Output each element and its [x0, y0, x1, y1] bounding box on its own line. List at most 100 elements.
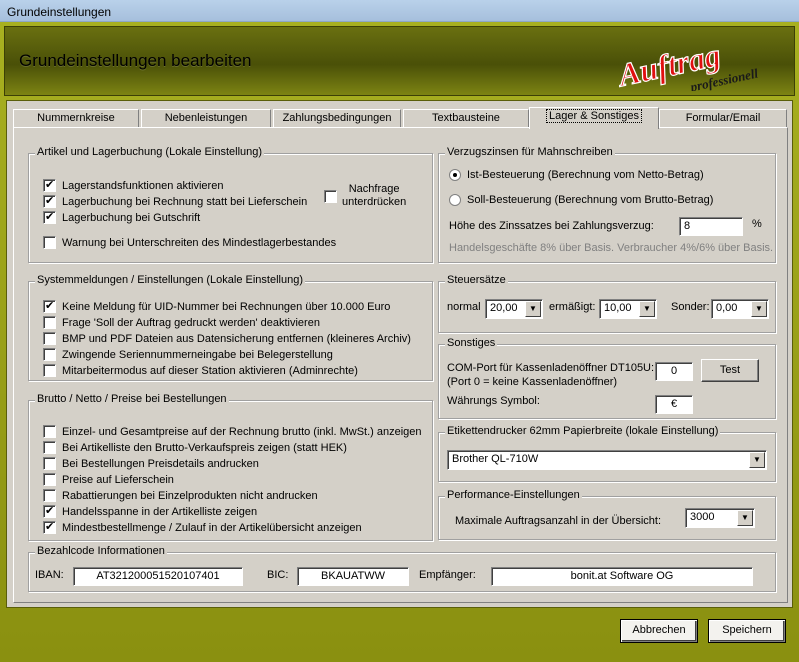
steuer-group: Steuersätze normal 20,00 ▼ ermäßigt: 10,0… — [438, 274, 776, 333]
performance-group-title: Performance-Einstellungen — [445, 489, 582, 501]
checkbox-box[interactable] — [43, 457, 56, 470]
artikel-group: Artikel und Lagerbuchung (Lokale Einstel… — [28, 146, 433, 263]
checkbox-box[interactable] — [43, 236, 56, 249]
ist-besteuerung-radio[interactable]: Ist-Besteuerung (Berechnung vom Netto-Be… — [449, 169, 704, 181]
tab-lager-sonstiges[interactable]: Lager & Sonstiges — [529, 107, 659, 129]
preisdetails-checkbox[interactable]: Bei Bestellungen Preisdetails andrucken — [43, 457, 259, 470]
com-port-label: COM-Port für Kassenladenöffner DT105U: — [447, 362, 655, 374]
nachfrage-checkbox[interactable] — [324, 190, 343, 203]
seriennummer-checkbox[interactable]: Zwingende Seriennummerneingabe bei Beleg… — [43, 348, 333, 361]
artikel-group-title: Artikel und Lagerbuchung (Lokale Einstel… — [35, 146, 265, 158]
nachfrage-label: Nachfrage unterdrücken — [342, 183, 407, 208]
checkbox-box[interactable] — [43, 473, 56, 486]
brutto-preise-checkbox[interactable]: Einzel- und Gesamtpreise auf der Rechnun… — [43, 425, 422, 438]
auftragsanzahl-label: Maximale Auftragsanzahl in der Übersicht… — [455, 515, 662, 527]
chevron-down-icon[interactable]: ▼ — [737, 510, 753, 526]
system-group: Systemmeldungen / Einstellungen (Lokale … — [28, 274, 433, 381]
sonder-select[interactable]: 0,00 ▼ — [711, 299, 769, 319]
chevron-down-icon[interactable]: ▼ — [749, 452, 765, 468]
window-titlebar[interactable]: Grundeinstellungen — [0, 0, 799, 22]
tab-bar: Nummernkreise Nebenleistungen Zahlungsbe… — [13, 107, 788, 129]
system-group-title: Systemmeldungen / Einstellungen (Lokale … — [35, 274, 305, 286]
com-port-input[interactable]: 0 — [655, 362, 693, 381]
radio-button[interactable] — [449, 194, 461, 206]
sonstiges-group-title: Sonstiges — [445, 337, 498, 349]
auftragsanzahl-select[interactable]: 3000 ▼ — [685, 508, 755, 528]
ermaessigt-label: ermäßigt: — [549, 301, 596, 313]
test-button[interactable]: Test — [701, 359, 759, 382]
performance-group: Performance-Einstellungen Maximale Auftr… — [438, 489, 776, 540]
bmp-pdf-checkbox[interactable]: BMP und PDF Dateien aus Datensicherung e… — [43, 332, 411, 345]
checkbox-box[interactable] — [43, 178, 56, 192]
checkbox-box[interactable] — [43, 364, 56, 377]
com-port-hint: (Port 0 = keine Kassenladenöffner) — [447, 376, 618, 388]
etikett-group-title: Etikettendrucker 62mm Papierbreite (loka… — [445, 425, 721, 437]
zinssatz-hint: Handelsgeschäfte 8% über Basis. Verbrauc… — [449, 242, 774, 254]
mindestbestellmenge-checkbox[interactable]: Mindestbestellmenge / Zulauf in der Arti… — [43, 520, 362, 534]
checkbox-box[interactable] — [43, 299, 56, 313]
tab-formular-email[interactable]: Formular/Email — [659, 109, 787, 128]
window-title: Grundeinstellungen — [7, 5, 112, 19]
iban-input[interactable]: AT321200051520107401 — [73, 567, 243, 586]
brutto-group: Brutto / Netto / Preise bei Bestellungen… — [28, 393, 433, 541]
normal-label: normal — [447, 301, 481, 313]
tab-nummernkreise[interactable]: Nummernkreise — [13, 109, 139, 128]
handelsspanne-checkbox[interactable]: Handelsspanne in der Artikelliste zeigen — [43, 504, 257, 518]
tab-textbausteine[interactable]: Textbausteine — [403, 109, 529, 128]
uid-meldung-checkbox[interactable]: Keine Meldung für UID-Nummer bei Rechnun… — [43, 299, 390, 313]
tab-nebenleistungen[interactable]: Nebenleistungen — [141, 109, 271, 128]
checkbox-box[interactable] — [43, 210, 56, 224]
save-button[interactable]: Speichern — [708, 619, 786, 643]
cancel-button[interactable]: Abbrechen — [620, 619, 698, 643]
settings-content: Nummernkreise Nebenleistungen Zahlungsbe… — [6, 100, 793, 608]
empfaenger-label: Empfänger: — [419, 569, 476, 581]
mindestlager-warnung-checkbox[interactable]: Warnung bei Unterschreiten des Mindestla… — [43, 236, 336, 249]
soll-besteuerung-radio[interactable]: Soll-Besteuerung (Berechnung vom Brutto-… — [449, 194, 713, 206]
lagerbuchung-gutschrift-checkbox[interactable]: Lagerbuchung bei Gutschrift — [43, 210, 200, 224]
checkbox-box[interactable] — [43, 194, 56, 208]
ermaessigt-select[interactable]: 10,00 ▼ — [599, 299, 657, 319]
druckfrage-checkbox[interactable]: Frage 'Soll der Auftrag gedruckt werden'… — [43, 316, 320, 329]
checkbox-box[interactable] — [324, 190, 337, 203]
chevron-down-icon[interactable]: ▼ — [525, 301, 541, 317]
auftrag-logo: Auftrag professionell — [613, 36, 760, 91]
checkbox-box[interactable] — [43, 489, 56, 502]
empfaenger-input[interactable]: bonit.at Software OG — [491, 567, 753, 586]
sonder-label: Sonder: — [671, 301, 710, 313]
currency-label: Währungs Symbol: — [447, 395, 540, 407]
percent-label: % — [752, 218, 762, 230]
bic-input[interactable]: BKAUATWW — [297, 567, 409, 586]
tab-panel: Artikel und Lagerbuchung (Lokale Einstel… — [13, 127, 788, 603]
chevron-down-icon[interactable]: ▼ — [751, 301, 767, 317]
bezahlcode-group: Bezahlcode Informationen IBAN: AT3212000… — [28, 545, 776, 592]
tab-zahlungsbedingungen[interactable]: Zahlungsbedingungen — [273, 109, 401, 128]
checkbox-box[interactable] — [43, 441, 56, 454]
checkbox-box[interactable] — [43, 332, 56, 345]
checkbox-box[interactable] — [43, 520, 56, 534]
steuer-group-title: Steuersätze — [445, 274, 508, 286]
checkbox-box[interactable] — [43, 316, 56, 329]
rabattierungen-checkbox[interactable]: Rabattierungen bei Einzelprodukten nicht… — [43, 489, 318, 502]
checkbox-box[interactable] — [43, 504, 56, 518]
lagerstand-checkbox[interactable]: Lagerstandsfunktionen aktivieren — [43, 178, 223, 192]
checkbox-box[interactable] — [43, 348, 56, 361]
verzug-group-title: Verzugszinsen für Mahnschreiben — [445, 146, 615, 158]
verzug-group: Verzugszinsen für Mahnschreiben Ist-Best… — [438, 146, 776, 263]
currency-input[interactable]: € — [655, 395, 693, 414]
iban-label: IBAN: — [35, 569, 64, 581]
checkbox-box[interactable] — [43, 425, 56, 438]
zinssatz-input[interactable]: 8 — [679, 217, 743, 236]
sonstiges-group: Sonstiges COM-Port für Kassenladenöffner… — [438, 337, 776, 419]
lagerbuchung-rechnung-checkbox[interactable]: Lagerbuchung bei Rechnung statt bei Lief… — [43, 194, 307, 208]
chevron-down-icon[interactable]: ▼ — [639, 301, 655, 317]
bezahlcode-group-title: Bezahlcode Informationen — [35, 545, 167, 557]
mitarbeitermodus-checkbox[interactable]: Mitarbeitermodus auf dieser Station akti… — [43, 364, 358, 377]
normal-select[interactable]: 20,00 ▼ — [485, 299, 543, 319]
radio-button[interactable] — [449, 169, 461, 181]
etikett-group: Etikettendrucker 62mm Papierbreite (loka… — [438, 425, 776, 482]
printer-select[interactable]: Brother QL-710W ▼ — [447, 450, 767, 470]
brutto-vk-checkbox[interactable]: Bei Artikelliste den Brutto-Verkaufsprei… — [43, 441, 347, 454]
brutto-group-title: Brutto / Netto / Preise bei Bestellungen — [35, 393, 229, 405]
preise-lieferschein-checkbox[interactable]: Preise auf Lieferschein — [43, 473, 174, 486]
zinssatz-label: Höhe des Zinssatzes bei Zahlungsverzug: — [449, 220, 654, 232]
